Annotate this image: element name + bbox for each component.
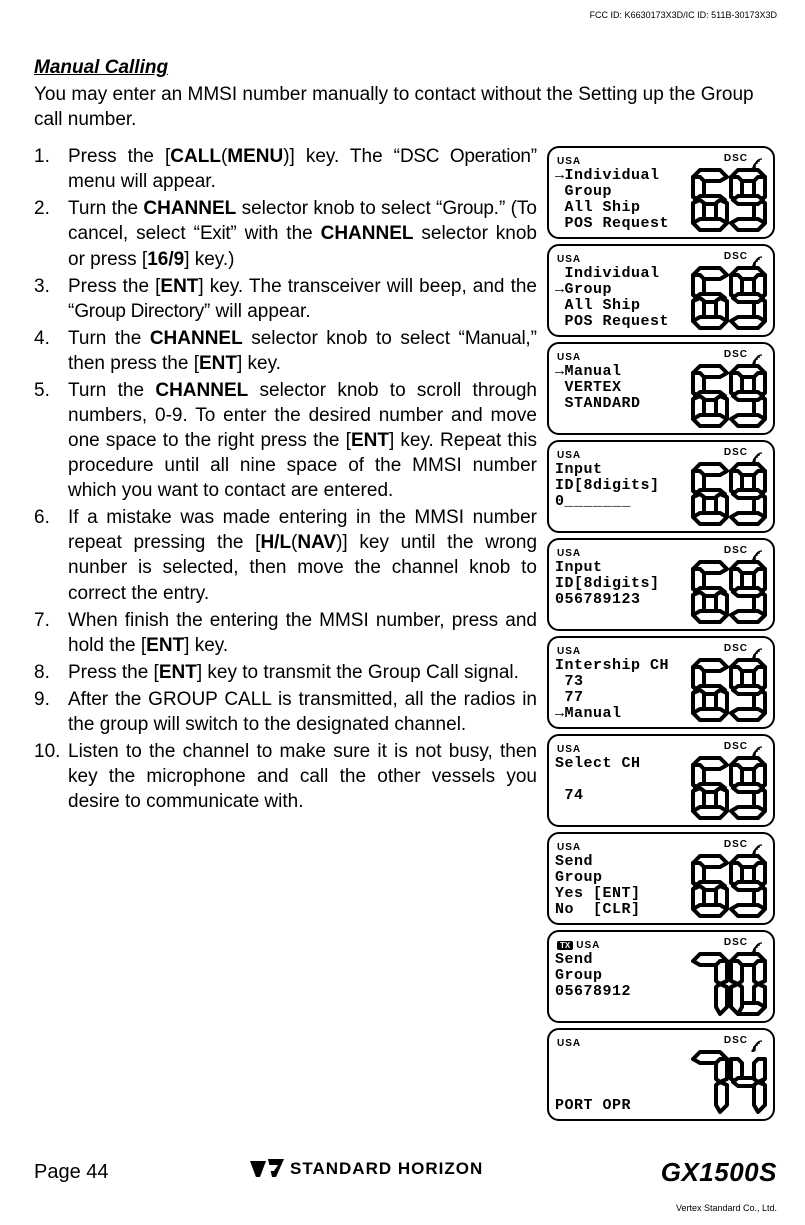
lcd-screen: TXUSA DSC SendGroup05678912 <box>547 930 775 1023</box>
usa-label: USA <box>557 744 581 755</box>
lcd-screen: USA DSC InputID[8digits]056789123 <box>547 538 775 631</box>
lcd-big-number <box>691 264 767 332</box>
dsc-label: DSC <box>724 740 748 753</box>
lcd-screen: USA DSC InputID[8digits]0_______ <box>547 440 775 533</box>
usa-label: USA <box>557 352 581 363</box>
lcd-big-number <box>691 852 767 920</box>
step-1: Press the [CALL(MENU)] key. The “DSC Ope… <box>34 144 537 194</box>
dsc-label: DSC <box>724 838 748 851</box>
dsc-label: DSC <box>724 936 748 949</box>
usa-label: USA <box>557 1038 581 1049</box>
signal-icon <box>751 250 765 262</box>
signal-icon <box>751 446 765 458</box>
lcd-text-lines: SendGroup05678912 <box>555 950 689 1018</box>
usa-label: USA <box>557 156 581 167</box>
signal-icon <box>751 936 765 948</box>
dsc-label: DSC <box>724 642 748 655</box>
step-7: When finish the entering the MMSI number… <box>34 608 537 658</box>
lcd-big-number <box>691 754 767 822</box>
step-10: Listen to the channel to make sure it is… <box>34 739 537 814</box>
step-5: Turn the CHANNEL selector knob to scroll… <box>34 378 537 503</box>
usa-label: USA <box>557 548 581 559</box>
signal-icon <box>751 348 765 360</box>
lcd-screen: USA DSC →Individual Group All Ship POS R… <box>547 146 775 239</box>
standard-horizon-logo-icon: STANDARD HORIZON <box>250 1157 520 1179</box>
signal-icon <box>751 1034 765 1046</box>
fcc-id: FCC ID: K6630173X3D/IC ID: 511B-30173X3D <box>590 10 777 22</box>
model-number: GX1500S <box>661 1155 777 1189</box>
lcd-screen: USA DSC SendGroupYes [ENT]No [CLR] <box>547 832 775 925</box>
lcd-big-number <box>691 656 767 724</box>
lcd-big-number <box>691 558 767 626</box>
lcd-big-number <box>691 1048 767 1116</box>
signal-icon <box>751 838 765 850</box>
lcd-text-lines: Individual→Group All Ship POS Request <box>555 264 689 332</box>
step-9: After the GROUP CALL is transmitted, all… <box>34 687 537 737</box>
step-8: Press the [ENT] key to transmit the Grou… <box>34 660 537 685</box>
lcd-screen: USA DSC →Manual VERTEX STANDARD <box>547 342 775 435</box>
lcd-screen: USA DSC Intership CH 73 77→Manual <box>547 636 775 729</box>
usa-label: USA <box>557 254 581 265</box>
signal-icon <box>751 642 765 654</box>
usa-label: USA <box>576 940 600 951</box>
intro-text: You may enter an MMSI number manually to… <box>34 82 777 132</box>
lcd-big-number <box>691 460 767 528</box>
tx-indicator: TX <box>557 941 573 950</box>
dsc-label: DSC <box>724 446 748 459</box>
lcd-text-lines: Select CH 74 <box>555 754 689 822</box>
lcd-big-number <box>691 950 767 1018</box>
steps-list: Press the [CALL(MENU)] key. The “DSC Ope… <box>34 144 537 814</box>
usa-label: USA <box>557 842 581 853</box>
lcd-text-lines: InputID[8digits]0_______ <box>555 460 689 528</box>
lcd-text-lines: →Manual VERTEX STANDARD <box>555 362 689 430</box>
signal-icon <box>751 152 765 164</box>
dsc-label: DSC <box>724 1034 748 1047</box>
dsc-label: DSC <box>724 250 748 263</box>
section-title: Manual Calling <box>34 55 777 80</box>
dsc-label: DSC <box>724 152 748 165</box>
page-number: Page 44 <box>34 1159 109 1185</box>
signal-icon <box>751 740 765 752</box>
brand-logo: STANDARD HORIZON <box>250 1157 520 1186</box>
step-2: Turn the CHANNEL selector knob to select… <box>34 196 537 271</box>
svg-text:STANDARD HORIZON: STANDARD HORIZON <box>290 1159 483 1178</box>
lcd-screen: USA DSC Individual→Group All Ship POS Re… <box>547 244 775 337</box>
dsc-label: DSC <box>724 348 748 361</box>
lcd-text-lines: PORT OPR <box>555 1048 689 1116</box>
usa-label: USA <box>557 646 581 657</box>
page-footer: Page 44 STANDARD HORIZON GX1500S <box>0 1155 805 1189</box>
vendor-label: Vertex Standard Co., Ltd. <box>676 1203 777 1215</box>
lcd-screens-column: USA DSC →Individual Group All Ship POS R… <box>547 146 777 1121</box>
step-4: Turn the CHANNEL selector knob to select… <box>34 326 537 376</box>
step-3: Press the [ENT] key. The transceiver wil… <box>34 274 537 324</box>
lcd-text-lines: InputID[8digits]056789123 <box>555 558 689 626</box>
lcd-text-lines: SendGroupYes [ENT]No [CLR] <box>555 852 689 920</box>
lcd-text-lines: →Individual Group All Ship POS Request <box>555 166 689 234</box>
lcd-big-number <box>691 166 767 234</box>
usa-label: USA <box>557 450 581 461</box>
signal-icon <box>751 544 765 556</box>
lcd-screen: USA DSC PORT OPR <box>547 1028 775 1121</box>
step-6: If a mistake was made entering in the MM… <box>34 505 537 605</box>
lcd-text-lines: Intership CH 73 77→Manual <box>555 656 689 724</box>
lcd-big-number <box>691 362 767 430</box>
dsc-label: DSC <box>724 544 748 557</box>
lcd-screen: USA DSC Select CH 74 <box>547 734 775 827</box>
